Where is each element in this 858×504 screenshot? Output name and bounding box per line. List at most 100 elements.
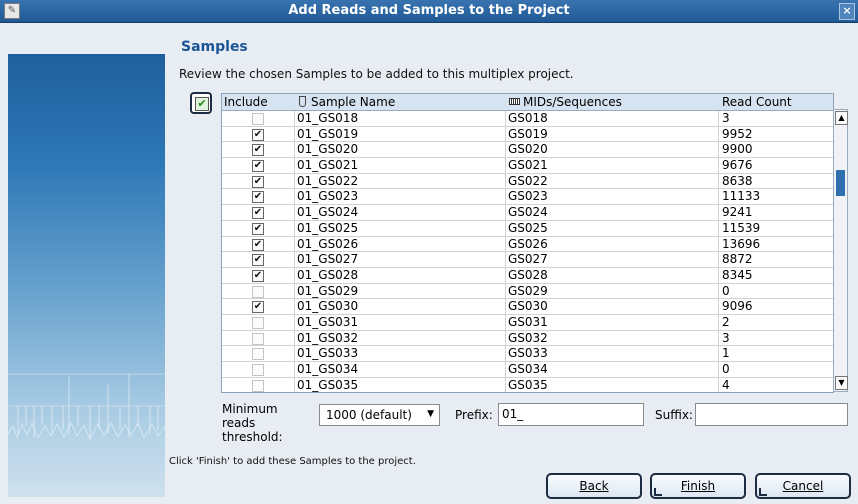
scroll-up-icon[interactable]: ▲ <box>835 111 848 125</box>
include-checkbox[interactable]: ✔ <box>252 238 264 251</box>
checkmark-icon: ✔ <box>195 97 209 111</box>
table-row[interactable]: ✔ 01_GS030 GS030 9096 <box>222 299 833 315</box>
read-count-cell: 8638 <box>722 173 753 188</box>
mid-cell: GS030 <box>506 299 719 315</box>
include-checkbox[interactable]: ✔ <box>252 222 264 235</box>
close-icon[interactable]: × <box>839 3 855 20</box>
sample-name-cell: 01_GS025 <box>295 220 506 236</box>
min-reads-label-text: Minimum reads threshold: <box>222 402 283 444</box>
include-cell: ✔ <box>222 205 295 221</box>
table-scrollbar[interactable]: ▲ ▼ <box>833 109 848 392</box>
include-checkbox[interactable]: ✔ <box>252 128 264 141</box>
read-count-cell: 9952 <box>722 126 753 141</box>
read-count-cell: 3 <box>722 330 730 345</box>
mid-cell: GS027 <box>506 252 719 268</box>
read-count-cell: 11133 <box>722 189 761 204</box>
mid-cell: GS025 <box>506 220 719 236</box>
table-row[interactable]: 01_GS032 GS032 3 <box>222 330 833 347</box>
finish-button-label: Finish <box>680 479 716 493</box>
mid-cell: GS033 <box>506 346 719 362</box>
column-header-sample-name[interactable]: Sample Name <box>299 94 395 110</box>
sample-name-cell: 01_GS021 <box>295 158 506 174</box>
include-cell: ✔ <box>222 173 295 189</box>
barcode-icon <box>509 98 520 105</box>
table-row[interactable]: ✔ 01_GS024 GS024 9241 <box>222 205 833 221</box>
include-checkbox[interactable] <box>252 113 264 125</box>
table-row[interactable]: ✔ 01_GS020 GS020 9900 <box>222 142 833 159</box>
samples-table: Include Sample Name MIDs/Sequences Read … <box>221 93 834 393</box>
table-row[interactable]: 01_GS033 GS033 1 <box>222 346 833 362</box>
read-count-cell: 13696 <box>722 236 761 251</box>
section-description: Review the chosen Samples to be added to… <box>179 67 574 81</box>
include-cell: ✔ <box>222 158 295 174</box>
table-row[interactable]: ✔ 01_GS025 GS025 11539 <box>222 220 833 237</box>
finish-button[interactable]: Finish <box>650 473 746 499</box>
include-cell: ✔ <box>222 189 295 205</box>
include-checkbox[interactable] <box>252 285 264 298</box>
table-row[interactable]: 01_GS018 GS018 3 <box>222 111 833 127</box>
read-count-cell: 8872 <box>722 252 753 267</box>
select-all-checkbox[interactable]: ✔ <box>190 92 212 114</box>
sample-name-cell: 01_GS018 <box>295 111 506 126</box>
include-cell: ✔ <box>222 267 295 283</box>
table-row[interactable]: 01_GS029 GS029 0 <box>222 283 833 300</box>
include-checkbox[interactable]: ✔ <box>252 254 264 267</box>
scroll-down-icon[interactable]: ▼ <box>835 376 848 390</box>
include-checkbox[interactable]: ✔ <box>252 144 264 157</box>
include-cell <box>222 314 295 330</box>
sample-name-cell: 01_GS029 <box>295 283 506 299</box>
table-row[interactable]: ✔ 01_GS022 GS022 8638 <box>222 173 833 190</box>
read-count-cell: 0 <box>722 283 730 298</box>
table-header: Include Sample Name MIDs/Sequences Read … <box>222 94 833 111</box>
sample-name-cell: 01_GS030 <box>295 299 506 315</box>
column-header-include[interactable]: Include <box>224 94 268 110</box>
sample-tube-icon <box>299 96 306 107</box>
read-count-cell: 9900 <box>722 142 753 157</box>
mid-cell: GS021 <box>506 158 719 174</box>
min-reads-dropdown[interactable]: 1000 (default) ▼ <box>319 404 440 426</box>
table-row[interactable]: ✔ 01_GS021 GS021 9676 <box>222 158 833 174</box>
cancel-button-label: Cancel <box>782 479 824 493</box>
sample-name-cell: 01_GS024 <box>295 205 506 221</box>
include-checkbox[interactable] <box>252 364 264 376</box>
include-checkbox[interactable] <box>252 379 264 392</box>
include-checkbox[interactable]: ✔ <box>252 160 264 173</box>
table-row[interactable]: ✔ 01_GS027 GS027 8872 <box>222 252 833 268</box>
include-checkbox[interactable] <box>252 332 264 345</box>
include-checkbox[interactable] <box>252 348 264 361</box>
include-cell <box>222 346 295 362</box>
back-button[interactable]: Back <box>546 473 642 499</box>
mid-cell: GS022 <box>506 173 719 189</box>
include-cell <box>222 362 295 377</box>
mid-cell: GS026 <box>506 236 719 252</box>
include-checkbox[interactable]: ✔ <box>252 175 264 188</box>
include-checkbox[interactable] <box>252 316 264 329</box>
cancel-button[interactable]: Cancel <box>755 473 851 499</box>
read-count-cell: 8345 <box>722 267 753 282</box>
table-row[interactable]: ✔ 01_GS023 GS023 11133 <box>222 189 833 206</box>
table-row[interactable]: 01_GS034 GS034 0 <box>222 362 833 378</box>
include-checkbox[interactable]: ✔ <box>252 301 264 314</box>
prefix-input[interactable]: 01_ <box>498 403 644 426</box>
table-row[interactable]: ✔ 01_GS026 GS026 13696 <box>222 236 833 253</box>
mid-cell: GS020 <box>506 142 719 158</box>
column-header-mids[interactable]: MIDs/Sequences <box>509 94 622 110</box>
include-checkbox[interactable]: ✔ <box>252 207 264 220</box>
include-checkbox[interactable]: ✔ <box>252 191 264 204</box>
include-cell: ✔ <box>222 236 295 252</box>
table-row[interactable]: 01_GS031 GS031 2 <box>222 314 833 331</box>
table-row[interactable]: ✔ 01_GS019 GS019 9952 <box>222 126 833 143</box>
suffix-input[interactable] <box>695 403 848 426</box>
sample-name-cell: 01_GS031 <box>295 314 506 330</box>
scrollbar-thumb[interactable] <box>836 170 845 196</box>
include-cell <box>222 111 295 126</box>
mid-cell: GS019 <box>506 126 719 142</box>
table-row[interactable]: 01_GS035 GS035 4 <box>222 377 833 392</box>
include-cell: ✔ <box>222 220 295 236</box>
include-cell: ✔ <box>222 142 295 158</box>
sample-name-cell: 01_GS026 <box>295 236 506 252</box>
include-cell <box>222 330 295 346</box>
column-header-read-count[interactable]: Read Count <box>722 94 792 110</box>
table-row[interactable]: ✔ 01_GS028 GS028 8345 <box>222 267 833 284</box>
include-checkbox[interactable]: ✔ <box>252 269 264 282</box>
